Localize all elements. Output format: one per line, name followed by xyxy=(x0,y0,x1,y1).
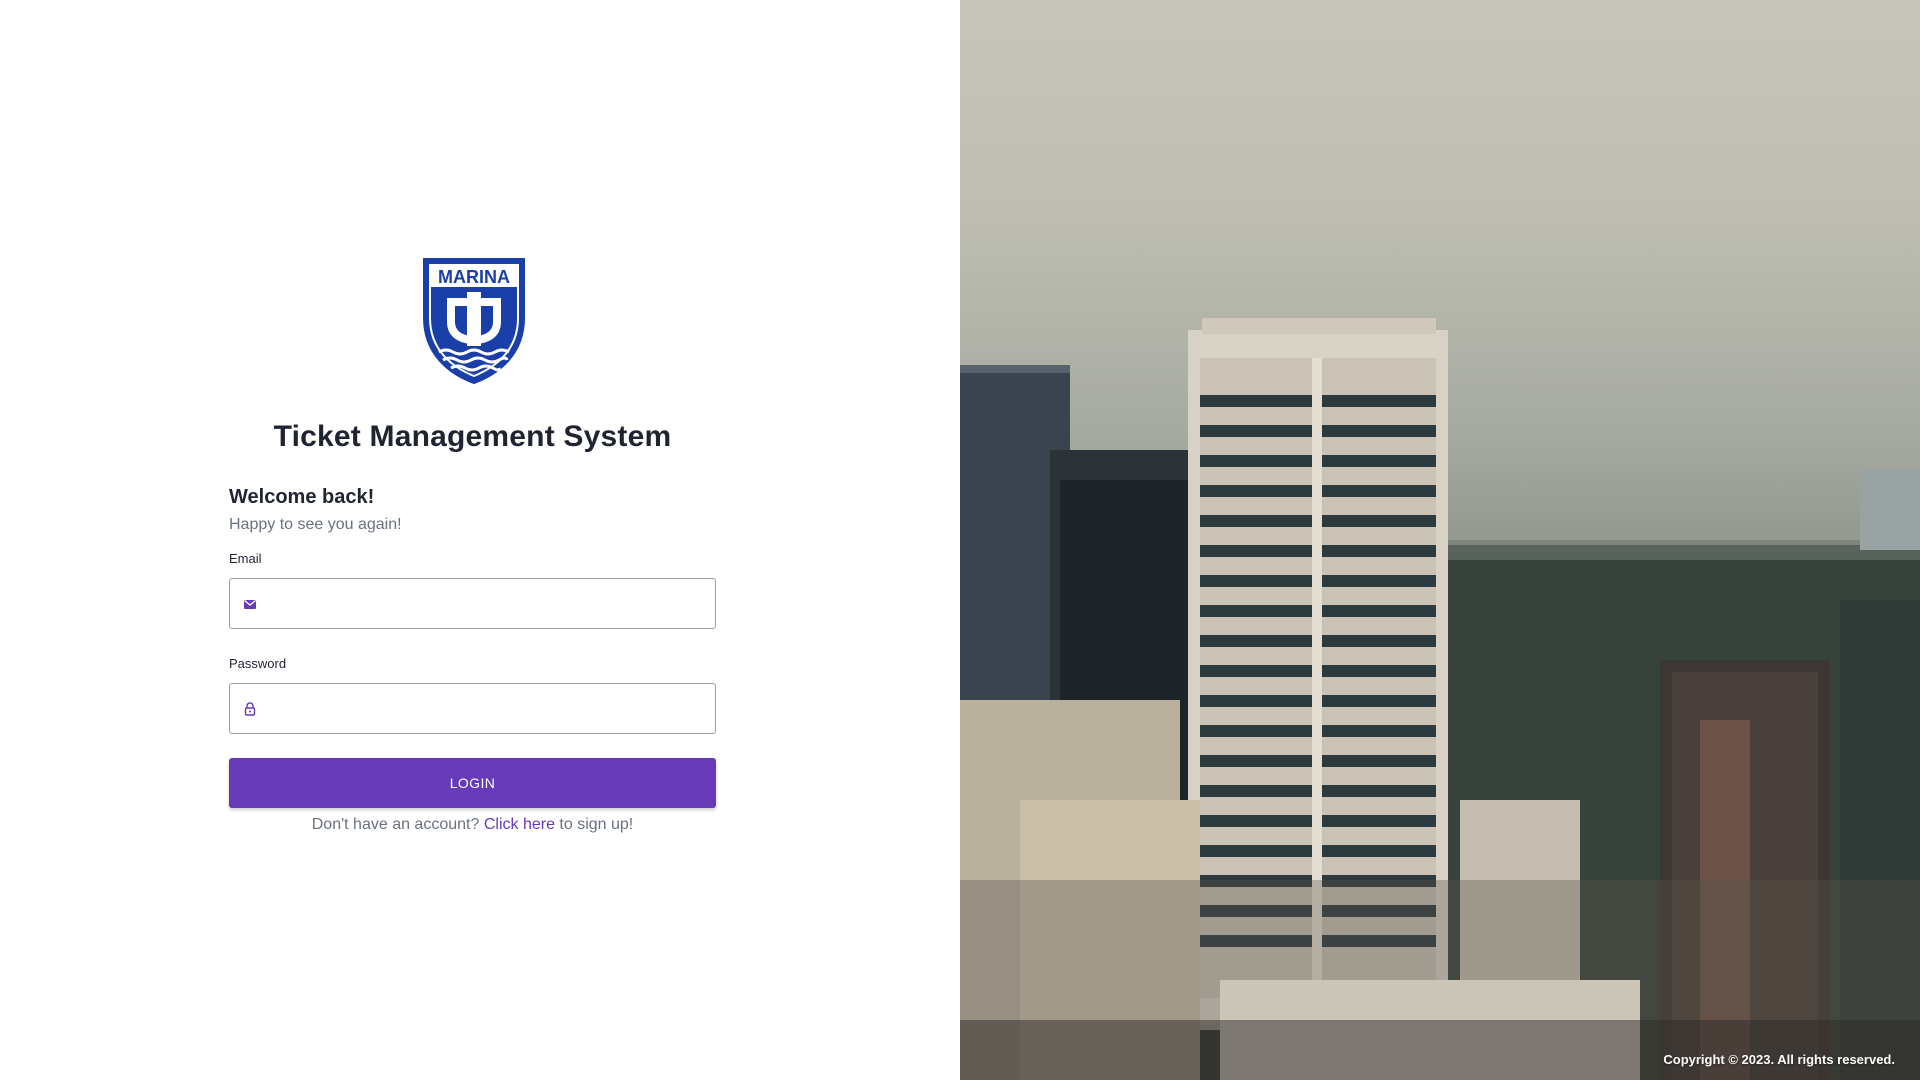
signup-prefix: Don't have an account? xyxy=(311,816,480,833)
password-field[interactable] xyxy=(268,685,708,732)
email-label: Email xyxy=(229,551,262,566)
signup-suffix: to sign up! xyxy=(559,816,634,833)
svg-text:MARINA: MARINA xyxy=(438,267,510,287)
login-button[interactable]: LOGIN xyxy=(229,758,716,808)
background-image-panel: Copyright © 2023. All rights reserved. xyxy=(960,0,1920,1080)
city-skyline-image xyxy=(960,318,1920,1080)
page-title: Ticket Management System xyxy=(273,420,672,453)
marina-logo: MARINA xyxy=(423,258,525,385)
login-panel: MARINA Ticket Management System Welcome … xyxy=(0,0,960,1080)
lock-icon xyxy=(244,702,256,716)
mail-icon xyxy=(244,599,256,609)
signup-prompt: Don't have an account? Click here to sig… xyxy=(229,816,716,834)
welcome-heading: Welcome back! xyxy=(229,486,375,508)
email-field[interactable] xyxy=(268,580,708,627)
signup-link[interactable]: Click here xyxy=(484,816,555,833)
welcome-subtitle: Happy to see you again! xyxy=(229,516,402,533)
copyright-text: Copyright © 2023. All rights reserved. xyxy=(1663,1052,1895,1067)
email-field-container xyxy=(229,578,716,629)
password-label: Password xyxy=(229,656,287,671)
password-field-container xyxy=(229,683,716,734)
